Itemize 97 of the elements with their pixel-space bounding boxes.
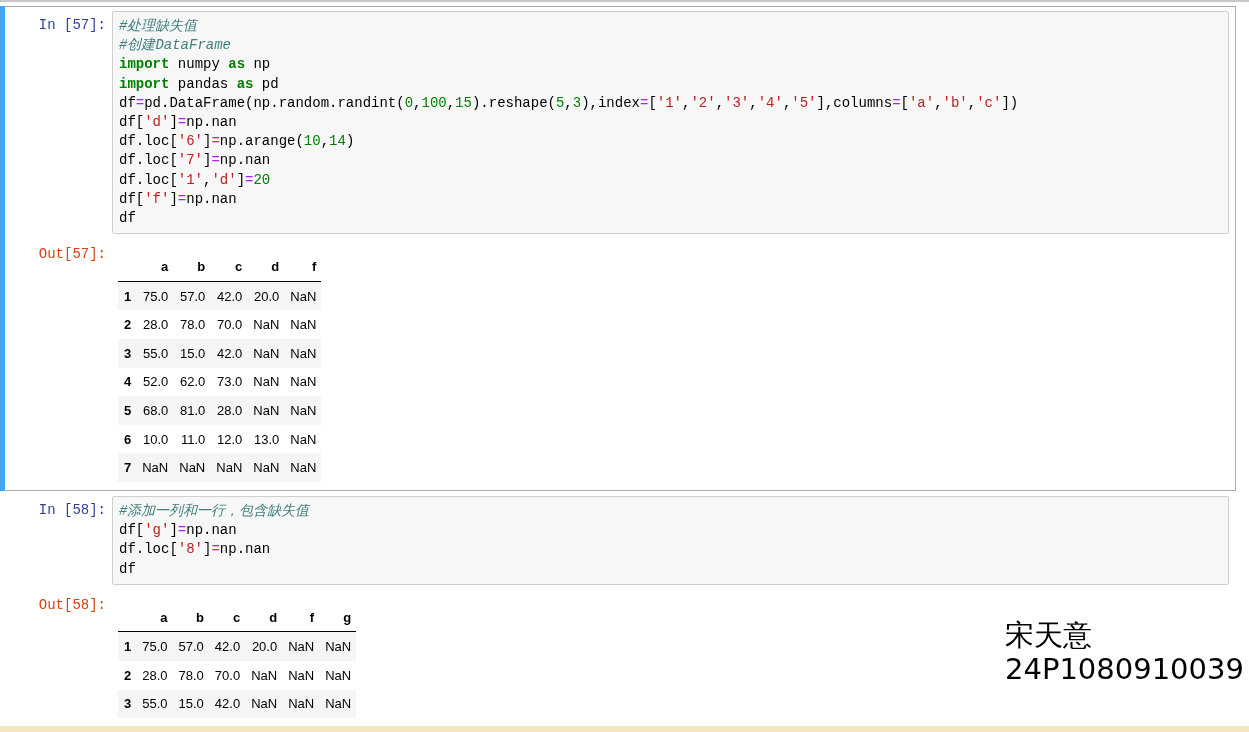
code-line: #处理缺失值 xyxy=(119,17,200,36)
table-cell: 55.0 xyxy=(136,339,174,368)
table-cell: 73.0 xyxy=(210,367,248,397)
code-line: df.loc['6']=np.arange(10,14) xyxy=(119,132,356,152)
table-cell: NaN xyxy=(173,453,211,482)
table-cell: NaN xyxy=(247,396,285,425)
row-index: 2 xyxy=(118,310,137,339)
table-cell: NaN xyxy=(247,453,285,482)
table-cell: NaN xyxy=(319,689,357,719)
row-index: 6 xyxy=(118,424,137,454)
table-cell: 10.0 xyxy=(136,424,174,454)
table-cell: NaN xyxy=(282,689,320,719)
table-cell: 62.0 xyxy=(173,367,211,397)
table-cell: 20.0 xyxy=(247,281,285,311)
table-cell: NaN xyxy=(284,424,322,454)
table-cell: 28.0 xyxy=(136,310,174,339)
table-cell: 75.0 xyxy=(136,631,173,661)
table-cell: NaN xyxy=(319,661,357,690)
table-cell: NaN xyxy=(284,339,322,368)
table-cell: 12.0 xyxy=(210,424,248,454)
row-index: 1 xyxy=(118,281,137,311)
code-line: df['f']=np.nan xyxy=(119,189,238,209)
table-cell: NaN xyxy=(284,453,322,482)
overlay-text: 宋天意 xyxy=(1005,618,1093,652)
table-cell: NaN xyxy=(284,396,322,425)
row-index: 3 xyxy=(118,689,137,719)
column-header: a xyxy=(136,252,174,282)
table-cell: 20.0 xyxy=(245,631,283,661)
table-cell: 75.0 xyxy=(136,281,174,311)
table-cell: NaN xyxy=(284,367,322,397)
output-prompt: Out[57]: xyxy=(37,245,107,263)
table-cell: NaN xyxy=(136,453,174,482)
table-cell: 70.0 xyxy=(208,661,246,690)
code-line: df=pd.DataFrame(np.random.randint(0,100,15).reshape(5,3),index=['1','2','3','4','5'],columns=['a','b','c']) xyxy=(119,93,1020,113)
table-cell: 78.0 xyxy=(173,310,211,339)
row-index: 2 xyxy=(118,661,137,690)
code-line: #创建DataFrame xyxy=(119,36,232,56)
code-line: import pandas as pd xyxy=(119,74,280,94)
table-cell: 28.0 xyxy=(210,396,248,425)
table-cell: 78.0 xyxy=(172,661,209,690)
table-cell: 81.0 xyxy=(173,396,211,425)
table-cell: 42.0 xyxy=(208,689,246,719)
table-cell: NaN xyxy=(245,661,283,690)
table-cell: NaN xyxy=(319,631,357,661)
code-editor[interactable] xyxy=(112,11,1229,235)
column-header: d xyxy=(247,252,285,282)
table-cell: 52.0 xyxy=(136,367,174,397)
table-cell: 68.0 xyxy=(136,396,174,425)
table-cell: NaN xyxy=(245,689,283,719)
table-cell: 13.0 xyxy=(247,424,285,454)
table-cell: 57.0 xyxy=(172,631,209,661)
code-line: df['d']=np.nan xyxy=(119,113,238,132)
code-line: df.loc['8']=np.nan xyxy=(119,540,272,560)
code-line: df xyxy=(119,209,137,229)
code-line: df.loc['7']=np.nan xyxy=(119,151,272,171)
table-cell: 57.0 xyxy=(173,281,211,311)
table-cell: NaN xyxy=(284,281,322,311)
table-cell: NaN xyxy=(210,453,248,482)
row-index: 4 xyxy=(118,367,137,397)
column-header: c xyxy=(210,252,248,282)
column-header: b xyxy=(173,252,211,282)
table-cell: 28.0 xyxy=(136,661,173,690)
table-cell: 55.0 xyxy=(136,689,173,719)
input-prompt: In [58]: xyxy=(37,501,107,520)
column-header: g xyxy=(319,602,357,632)
column-header: f xyxy=(282,602,320,632)
code-line: #添加一列和一行，包含缺失值 xyxy=(119,502,312,521)
code-editor[interactable]: #添加一列和一行，包含缺失值 df['g']=np.nan df.loc['8']=np.nan df xyxy=(112,496,1229,585)
code-line: df.loc['1','d']=20 xyxy=(119,170,272,190)
row-index: 1 xyxy=(118,631,137,661)
column-header: c xyxy=(208,602,246,632)
table-cell: 15.0 xyxy=(173,339,211,368)
code-line: df['g']=np.nan xyxy=(119,521,238,541)
input-prompt: In [57]: xyxy=(37,16,107,35)
table-cell: NaN xyxy=(247,367,285,397)
table-cell: NaN xyxy=(282,661,320,690)
column-header: f xyxy=(284,252,322,282)
output-prompt: Out[58]: xyxy=(37,595,107,613)
table-cell: NaN xyxy=(284,310,322,339)
table-cell: NaN xyxy=(282,631,320,661)
table-cell: NaN xyxy=(247,339,285,368)
table-cell: 11.0 xyxy=(173,424,211,454)
row-index: 5 xyxy=(118,396,137,425)
column-header: a xyxy=(136,602,173,632)
table-cell: 70.0 xyxy=(210,310,248,339)
table-cell: 15.0 xyxy=(172,689,209,719)
table-cell: NaN xyxy=(247,310,285,339)
table-cell: 42.0 xyxy=(210,339,248,368)
code-line: import numpy as np xyxy=(119,55,272,75)
row-index: 3 xyxy=(118,339,137,368)
row-index: 7 xyxy=(118,453,137,482)
overlay-text: 24P1080910039 xyxy=(1005,652,1244,686)
column-header: d xyxy=(245,602,283,632)
table-cell: 42.0 xyxy=(210,281,248,311)
column-header: b xyxy=(172,602,209,632)
table-cell: 42.0 xyxy=(208,631,246,661)
code-line: df xyxy=(119,559,137,579)
